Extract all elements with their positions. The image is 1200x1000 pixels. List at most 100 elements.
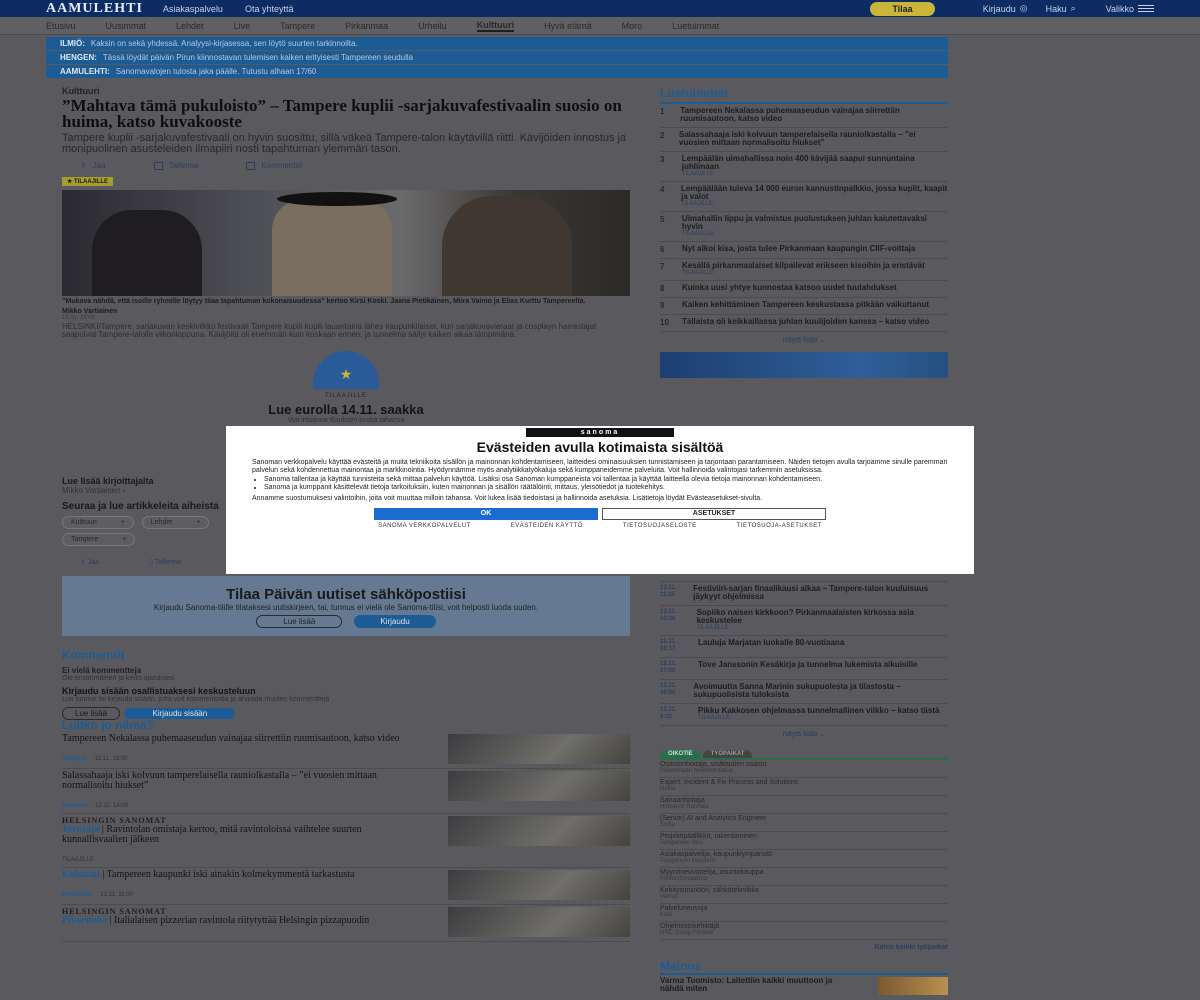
timeline-item[interactable]: 12.11. 16:00 Avoimuutta Sanna Marinin su… bbox=[660, 680, 948, 704]
cookie-usage-link[interactable]: EVÄSTEIDEN KÄYTTÖ bbox=[511, 523, 583, 529]
timeline-item[interactable]: 12.11. 9:52 Pikku Kakkosen ohjelmassa tu… bbox=[660, 704, 948, 726]
comments-count: Ei vielä kommentteja bbox=[62, 666, 142, 675]
article-headline: ”Mahtava tämä pukuloisto” – Tampere kupl… bbox=[62, 96, 622, 131]
timeline-item[interactable]: 12.11. 17:00 Tove Janssonin Kesäkirja ja… bbox=[660, 658, 948, 680]
article-section[interactable]: Kulttuuri bbox=[62, 86, 630, 96]
job-item[interactable]: Sairaanhoitaja Hoivakoti Rauhala bbox=[660, 796, 948, 814]
sanoma-services-link[interactable]: SANOMA VERKKOPALVELUT bbox=[378, 523, 471, 529]
ad-item[interactable]: Varma Tuomisto: Laitettiin kaikki muutto… bbox=[660, 977, 948, 995]
top-navigation-bar: AAMULEHTI Asiakaspalvelu Ota yhteyttä Ti… bbox=[0, 0, 1200, 17]
most-read-item[interactable]: 10 Tällaista oli keikkaillassa juhlan ku… bbox=[660, 315, 948, 332]
ad-item-title: Varma Tuomisto: Laitettiin kaikki muutto… bbox=[660, 976, 833, 993]
follow-tag-tampere[interactable]: Tampere + bbox=[62, 533, 136, 546]
bookmark-icon bbox=[153, 161, 163, 170]
also-read-item[interactable]: HELSINGIN SANOMAT Teraraja | Ravintolan … bbox=[62, 814, 630, 868]
job-item[interactable]: Myyntineuvottelija, asuntokauppa Kiinteis… bbox=[660, 868, 948, 886]
article-column: Kulttuuri ”Mahtava tämä pukuloisto” – Ta… bbox=[62, 86, 630, 721]
info-banner-1[interactable]: ILMIÖ: Kaksin on sekä yhdessä. Analyysi-… bbox=[46, 37, 948, 50]
nav-urheilu[interactable]: Urheilu bbox=[418, 21, 447, 31]
comment-button[interactable]: Kommentoi bbox=[246, 161, 302, 170]
menu-link[interactable]: Valikko bbox=[1106, 4, 1154, 14]
nav-moro[interactable]: Moro bbox=[622, 21, 643, 31]
job-item[interactable]: Osastonhoitaja, sisätautien osasto Pirkan… bbox=[660, 760, 948, 778]
job-employer: Hoivakoti Rauhala bbox=[660, 804, 709, 810]
nav-hyva-elama[interactable]: Hyvä elämä bbox=[544, 21, 592, 31]
search-link[interactable]: Haku ⌕ bbox=[1046, 3, 1076, 14]
tab-oikotie[interactable]: OIKOTIE bbox=[660, 750, 701, 758]
job-item[interactable]: Ohjelmistokehittäjä NRC Group Finland bbox=[660, 922, 948, 940]
job-item[interactable]: (Senior) AI and Analytics Engineer Solita bbox=[660, 814, 948, 832]
most-read-item[interactable]: 5 Uimahallin lippu ja valmistus puolustu… bbox=[660, 212, 948, 242]
most-read-item[interactable]: 9 Kaiken kehittäminen Tampereen keskusta… bbox=[660, 298, 948, 315]
newsletter-login-button[interactable]: Kirjaudu bbox=[354, 615, 436, 628]
also-read-text: Tampereen Nekalassa puhemaaseudun vainaj… bbox=[62, 734, 422, 764]
also-read-section-label: Tampere bbox=[62, 756, 87, 762]
most-read-item[interactable]: 3 Lempäälän uimahallissa noin 400 kävijä… bbox=[660, 152, 948, 182]
nav-tampere[interactable]: Tampere bbox=[280, 21, 315, 31]
show-more-button-2[interactable]: Näytä lisää ⌄ bbox=[660, 730, 948, 738]
cosplayer-figure bbox=[92, 210, 202, 296]
nav-etusivu[interactable]: Etusivu bbox=[46, 21, 76, 31]
article-byline[interactable]: Mikko Vartiainen bbox=[62, 308, 630, 315]
most-read-item[interactable]: 8 Kuinka uusi yhtye kunnostaa katsoo uud… bbox=[660, 281, 948, 298]
also-read-item[interactable]: HELSINGIN SANOMAT Pikaruoka | Italialais… bbox=[62, 905, 630, 942]
most-read-item[interactable]: 4 Lempäälään tuleva 14 000 euron kannust… bbox=[660, 182, 948, 212]
privacy-settings-link[interactable]: TIETOSUOJA-ASETUKSET bbox=[737, 523, 822, 529]
also-read-item[interactable]: Salassahaaja iski kolvuun tamperelaisell… bbox=[62, 769, 630, 814]
nav-lehdet[interactable]: Lehdet bbox=[176, 21, 204, 31]
privacy-policy-link[interactable]: TIETOSUOJASELOSTE bbox=[623, 523, 697, 529]
nav-pirkanmaa[interactable]: Pirkanmaa bbox=[345, 21, 388, 31]
cosplayer-figure bbox=[272, 200, 392, 296]
job-item[interactable]: Kehitysinsinööri, sähkötekniikka Valmet bbox=[660, 886, 948, 904]
most-read-headline: Lempäälään tuleva 14 000 euron kannustin… bbox=[681, 184, 948, 201]
tag-label: Kulttuuri bbox=[71, 519, 97, 526]
job-item[interactable]: Projektipäällikkö, rakentaminen Tampereen… bbox=[660, 832, 948, 850]
share-icon: ⇪ bbox=[80, 161, 87, 170]
most-read-item[interactable]: 2 Salassahaaja iski kolvuun tamperelaise… bbox=[660, 128, 948, 152]
save-button-bottom[interactable]: ▯ Tallenna bbox=[149, 558, 181, 566]
also-read-item[interactable]: Tampereen Nekalassa puhemaaseudun vainaj… bbox=[62, 732, 630, 769]
advertisement-banner[interactable] bbox=[660, 352, 948, 378]
all-jobs-link[interactable]: Katso kaikki työpaikat bbox=[660, 944, 948, 951]
job-item[interactable]: Expert, Incident & Fix Process and Solut… bbox=[660, 778, 948, 796]
cookie-dialog-links: SANOMA VERKKOPALVELUT EVÄSTEIDEN KÄYTTÖ … bbox=[252, 523, 948, 529]
user-icon: ◎ bbox=[1019, 3, 1028, 13]
also-read-meta: TILAAJILLE bbox=[62, 857, 422, 863]
job-item[interactable]: Asiakaspalvelija, kaupunkiympäristö Tampe… bbox=[660, 850, 948, 868]
save-button[interactable]: Tallenna bbox=[153, 161, 198, 170]
tab-tyopaikat[interactable]: TYÖPAIKAT bbox=[702, 750, 753, 758]
login-link[interactable]: Kirjaudu ◎ bbox=[983, 3, 1028, 14]
most-read-item[interactable]: 7 Kesällä pirkanmaalaiset kilpailevat er… bbox=[660, 259, 948, 281]
hero-image[interactable] bbox=[62, 190, 630, 296]
show-more-button[interactable]: Näytä lisää ⌄ bbox=[660, 336, 948, 344]
most-read-item[interactable]: 1 Tampereen Nekalassa puhemaaseudun vain… bbox=[660, 104, 948, 128]
nav-live[interactable]: Live bbox=[234, 21, 251, 31]
share-button[interactable]: ⇪ Jaa bbox=[80, 161, 106, 170]
accept-cookies-button[interactable]: OK bbox=[374, 507, 598, 520]
site-logo[interactable]: AAMULEHTI bbox=[46, 1, 143, 17]
timeline-item[interactable]: 13.11. 11:35 Festiviiri-sarjan finaalika… bbox=[660, 582, 948, 606]
comment-icon bbox=[246, 161, 256, 170]
nav-uusimmat[interactable]: Uusimmat bbox=[106, 21, 147, 31]
customer-service-link[interactable]: Asiakaspalvelu bbox=[163, 4, 223, 14]
info-banner-3[interactable]: AAMULEHTI: Sanomavalojen tulosta jaka pä… bbox=[46, 65, 948, 78]
also-read-item[interactable]: Kolumni | Tampereen kaupunki iski ainaki… bbox=[62, 868, 630, 905]
follow-tag-lehdet[interactable]: Lehdet + bbox=[141, 516, 210, 529]
timeline-text: Festiviiri-sarjan finaalikausi alkaa – T… bbox=[693, 585, 948, 601]
contact-link[interactable]: Ota yhteyttä bbox=[245, 4, 294, 14]
newsletter-read-more-button[interactable]: Lue lisää bbox=[256, 615, 343, 628]
nav-luetuimmat[interactable]: Luetuimmat bbox=[672, 21, 719, 31]
cookie-settings-button[interactable]: ASETUKSET bbox=[602, 507, 826, 520]
cookie-dialog-intro: Sanoman verkkopalvelu käyttää evästeitä … bbox=[252, 459, 948, 474]
share-button-bottom[interactable]: ⇪ Jaa bbox=[80, 558, 99, 566]
info-banner-2[interactable]: HENGEN: Tässä löydät päivän Pirun kiinno… bbox=[46, 51, 948, 64]
subscribe-button[interactable]: Tilaa bbox=[870, 1, 935, 16]
most-read-item[interactable]: 6 Nyt alkoi kisa, josta tulee Pirkanmaan… bbox=[660, 242, 948, 259]
search-label: Haku bbox=[1045, 3, 1067, 14]
sanoma-logo: sanoma bbox=[526, 428, 674, 437]
timeline-item[interactable]: 12.11. 18:17 Lauluja Marjatan luokalle 8… bbox=[660, 636, 948, 658]
timeline-item[interactable]: 13.11. 10:30 Sopiiko naisen kirkkoon? Pi… bbox=[660, 606, 948, 636]
nav-kulttuuri[interactable]: Kulttuuri bbox=[476, 20, 515, 32]
follow-tag-kulttuuri[interactable]: Kulttuuri + bbox=[62, 516, 134, 529]
job-item[interactable]: Palveluneuvoja Kela bbox=[660, 904, 948, 922]
